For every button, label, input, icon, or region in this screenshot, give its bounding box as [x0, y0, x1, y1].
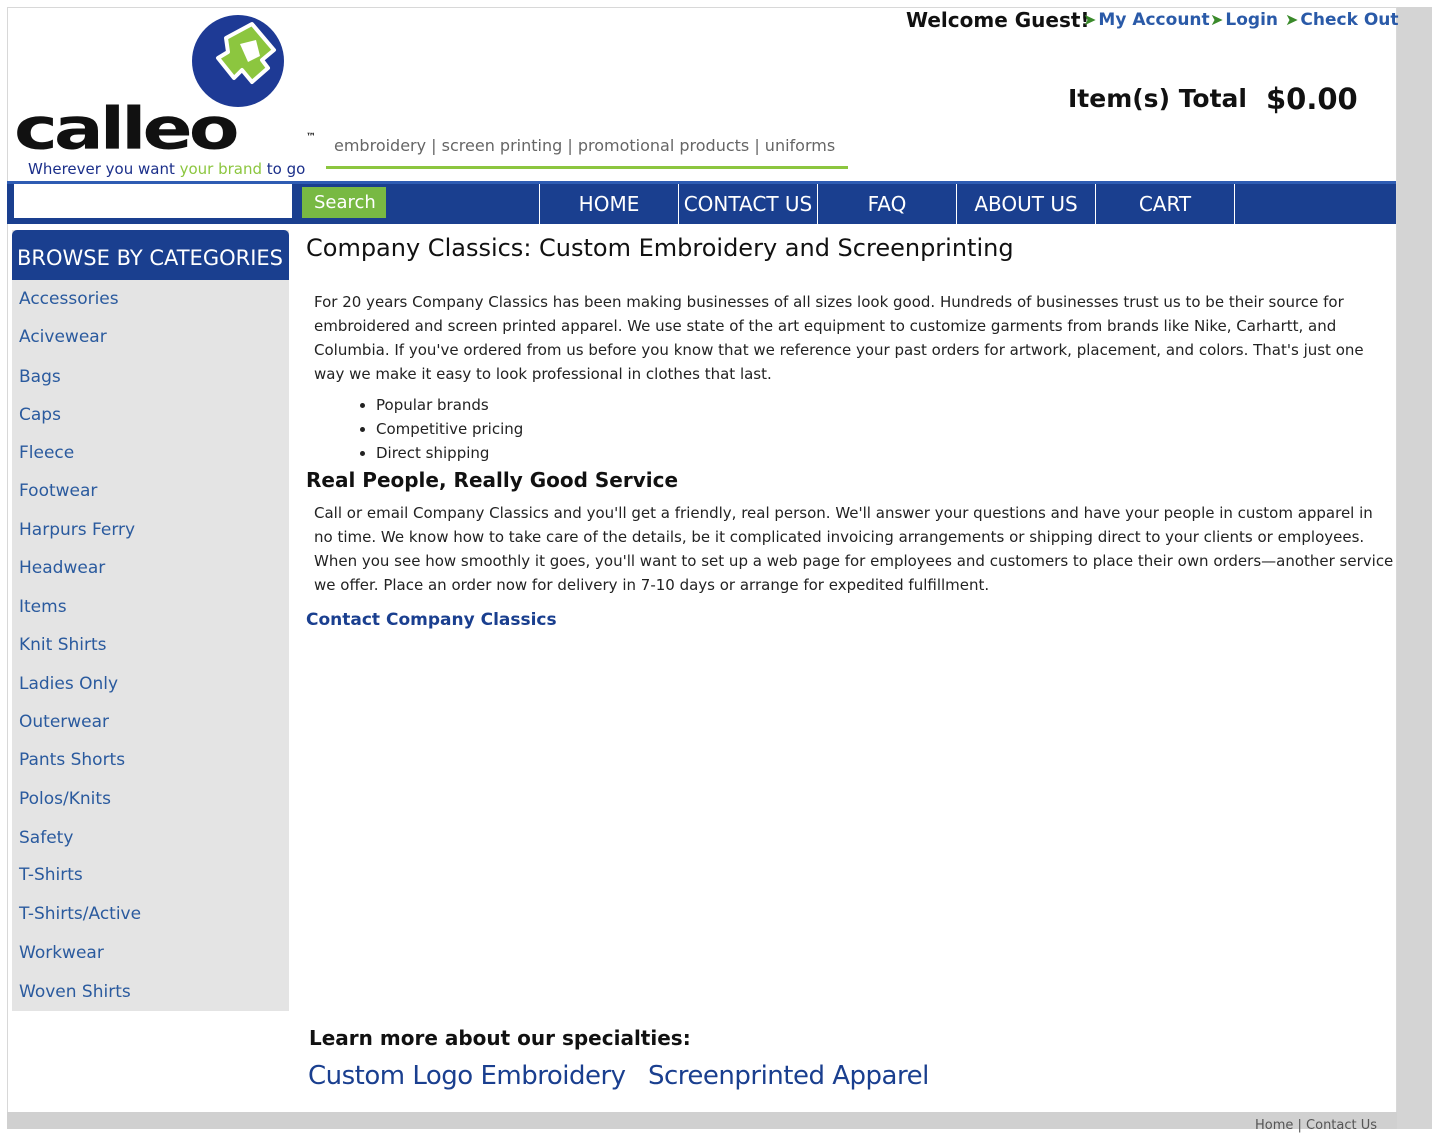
category-link[interactable]: Caps	[19, 405, 61, 425]
contact-company-link[interactable]: Contact Company Classics	[306, 610, 557, 630]
page-title: Company Classics: Custom Embroidery and …	[306, 234, 1014, 262]
my-account-link[interactable]: ➤ My Account	[1083, 10, 1210, 30]
login-link[interactable]: ➤ Login	[1210, 10, 1278, 30]
specialties-heading: Learn more about our specialties:	[309, 1026, 691, 1050]
logo-tagline: Wherever you want your brand to go	[28, 160, 306, 178]
category-link[interactable]: Harpurs Ferry	[19, 520, 135, 540]
logo-trademark: ™	[306, 132, 316, 143]
checkout-link[interactable]: ➤ Check Out	[1285, 10, 1399, 30]
list-item: Popular brands	[376, 393, 523, 417]
category-link[interactable]: Footwear	[19, 481, 97, 501]
list-item: Competitive pricing	[376, 417, 523, 441]
category-link[interactable]: Items	[19, 597, 67, 617]
category-link[interactable]: Headwear	[19, 558, 105, 578]
logo-wordmark: calleo	[14, 95, 240, 163]
category-link[interactable]: Woven Shirts	[19, 982, 131, 1002]
nav-about-us[interactable]: ABOUT US	[956, 184, 1095, 224]
search-input[interactable]	[14, 184, 292, 218]
footer-links[interactable]: Home | Contact Us	[1255, 1118, 1377, 1133]
category-link[interactable]: T-Shirts	[19, 865, 83, 885]
category-link[interactable]: T-Shirts/Active	[19, 904, 141, 924]
category-link[interactable]: Workwear	[19, 943, 104, 963]
category-link[interactable]: Knit Shirts	[19, 635, 107, 655]
cart-total-label: Item(s) Total	[1068, 84, 1247, 113]
right-gutter	[1397, 7, 1432, 1129]
category-link[interactable]: Accessories	[19, 289, 119, 309]
calleo-logo[interactable]: calleo ™ Wherever you want your brand to…	[12, 12, 316, 182]
category-link[interactable]: Outerwear	[19, 712, 109, 732]
tagline-divider	[326, 166, 848, 169]
footer-bar	[7, 1112, 1397, 1129]
services-tagline: embroidery | screen printing | promotion…	[334, 136, 836, 155]
nav-faq[interactable]: FAQ	[817, 184, 956, 224]
category-link[interactable]: Fleece	[19, 443, 74, 463]
nav-cart[interactable]: CART	[1095, 184, 1234, 224]
sidebar-header: BROWSE BY CATEGORIES	[12, 230, 289, 280]
category-link[interactable]: Safety	[19, 828, 73, 848]
section-heading: Real People, Really Good Service	[306, 468, 679, 492]
list-item: Direct shipping	[376, 441, 523, 465]
cart-total-value: $0.00	[1266, 82, 1358, 116]
feature-list: Popular brands Competitive pricing Direc…	[356, 393, 523, 465]
screenprinted-link[interactable]: Screenprinted Apparel	[648, 1061, 929, 1091]
category-link[interactable]: Pants Shorts	[19, 750, 125, 770]
intro-paragraph: For 20 years Company Classics has been m…	[314, 293, 1364, 383]
category-sidebar	[12, 230, 289, 1011]
nav-home[interactable]: HOME	[539, 184, 678, 224]
category-link[interactable]: Acivewear	[19, 327, 107, 347]
nav-divider	[1234, 184, 1235, 224]
arrow-right-icon: ➤	[1210, 10, 1224, 29]
arrow-right-icon: ➤	[1083, 10, 1097, 29]
nav-contact-us[interactable]: CONTACT US	[678, 184, 817, 224]
service-paragraph: Call or email Company Classics and you'l…	[314, 504, 1394, 594]
search-button[interactable]: Search	[302, 187, 386, 218]
category-link[interactable]: Polos/Knits	[19, 789, 111, 809]
arrow-right-icon: ➤	[1285, 10, 1299, 29]
embroidery-link[interactable]: Custom Logo Embroidery	[308, 1061, 626, 1091]
category-link[interactable]: Bags	[19, 367, 61, 387]
welcome-message: Welcome Guest!	[906, 8, 1090, 32]
category-link[interactable]: Ladies Only	[19, 674, 118, 694]
